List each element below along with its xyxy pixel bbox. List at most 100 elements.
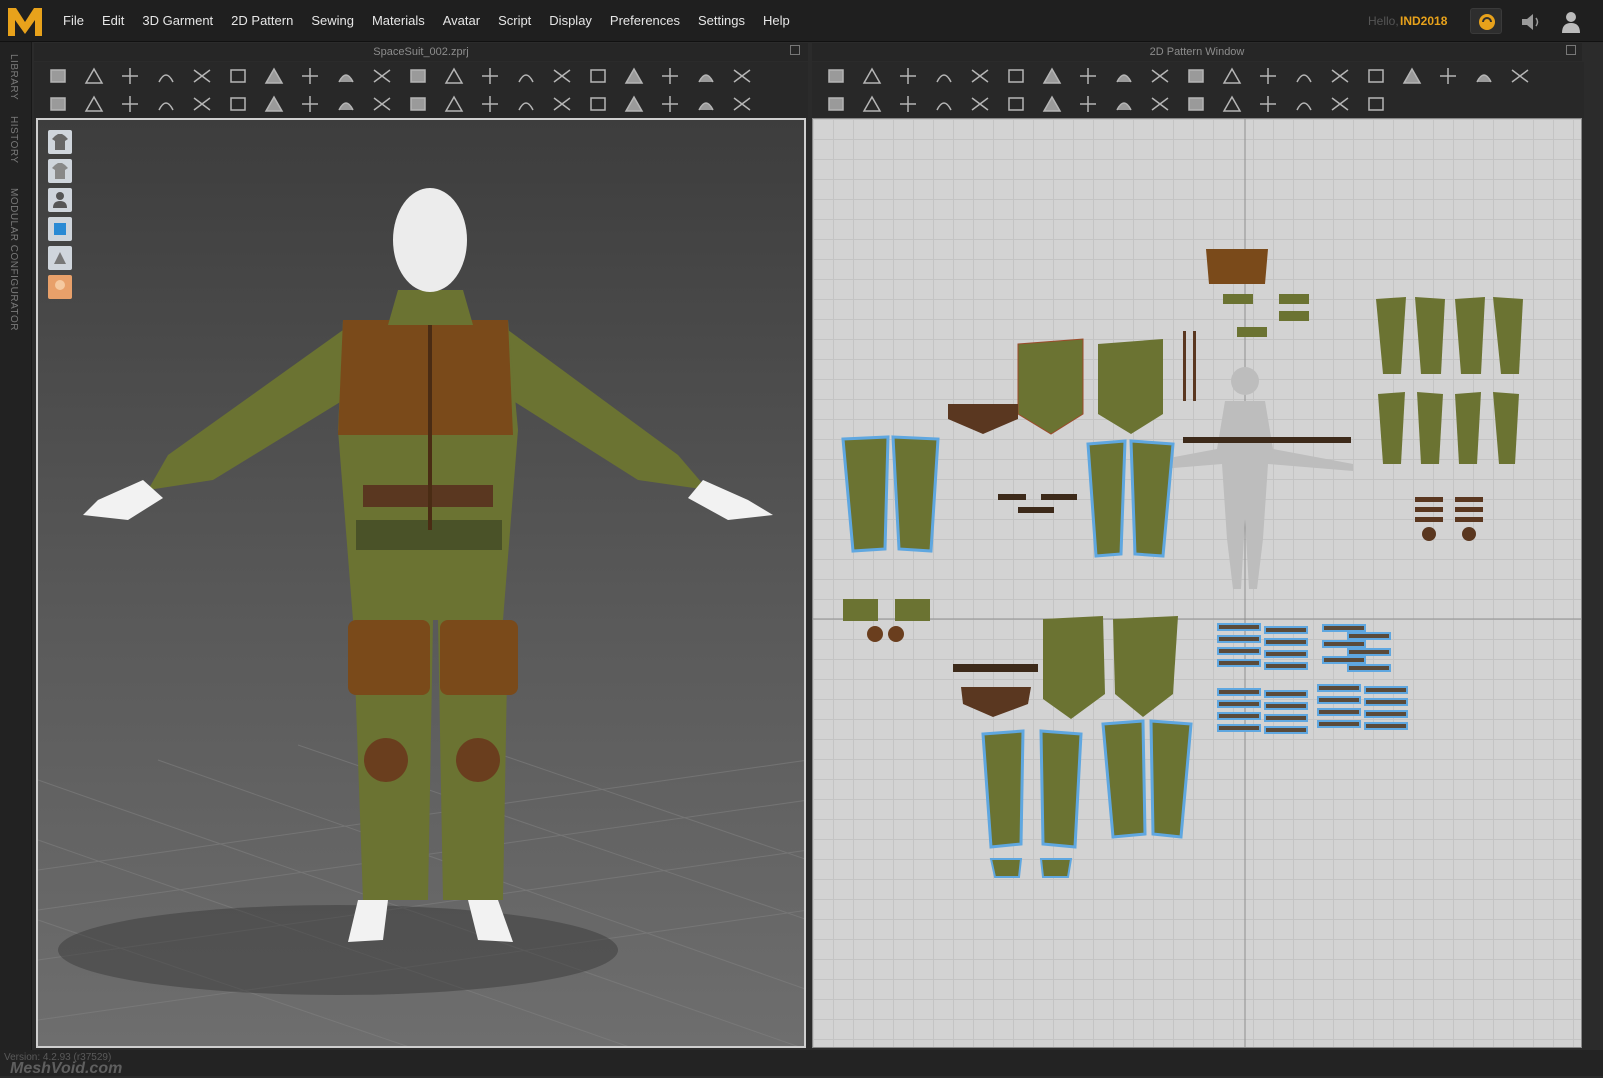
skin-display-button[interactable] [48,275,72,299]
viewport-3d[interactable] [36,118,806,1048]
menu-3d-garment[interactable]: 3D Garment [133,0,222,42]
tool-7-button[interactable] [1038,91,1066,117]
polygon-button[interactable] [1002,63,1030,89]
puckering-button[interactable] [296,63,324,89]
tool-15-button[interactable] [1326,63,1354,89]
tool-16-button[interactable] [584,91,612,117]
tool-8-button[interactable] [1074,91,1102,117]
dart-button[interactable] [1110,63,1138,89]
tool-10-button[interactable] [1146,91,1174,117]
tool-12-button[interactable] [440,63,468,89]
tool-14-button[interactable] [1290,63,1318,89]
symmetry-button[interactable] [1146,63,1174,89]
tool-18-button[interactable] [656,63,684,89]
pattern-display-button[interactable] [48,246,72,270]
free-sewing-button[interactable] [224,63,252,89]
tool-8-button[interactable] [296,91,324,117]
viewport-2d-pattern[interactable] [812,118,1582,1048]
tack-button[interactable] [368,63,396,89]
tool-10-button[interactable] [368,91,396,117]
topstitch-button[interactable] [260,63,288,89]
tool-20-button[interactable] [728,91,756,117]
tool-15-button[interactable] [548,63,576,89]
tool-3-button[interactable] [894,91,922,117]
tool-18-button[interactable] [1434,63,1462,89]
menu-sewing[interactable]: Sewing [302,0,363,42]
edit-pattern-button[interactable] [858,63,886,89]
tool-13-button[interactable] [476,91,504,117]
tool-17-button[interactable] [620,91,648,117]
popout-2d-icon[interactable] [1566,45,1576,55]
tool-1-button[interactable] [44,91,72,117]
tool-9-button[interactable] [332,91,360,117]
tool-20-button[interactable] [728,63,756,89]
tool-16-button[interactable] [1362,91,1390,117]
tool-5-button[interactable] [188,91,216,117]
fabric-display-button[interactable] [48,217,72,241]
tool-17-button[interactable] [620,63,648,89]
tool-11-button[interactable] [404,91,432,117]
transform-pattern-button[interactable] [80,63,108,89]
tool-9-button[interactable] [1110,91,1138,117]
popout-3d-icon[interactable] [790,45,800,55]
menu-avatar[interactable]: Avatar [434,0,489,42]
segment-sewing-button[interactable] [188,63,216,89]
cloud-sync-button[interactable] [1470,8,1502,34]
tool-13-button[interactable] [1254,91,1282,117]
tool-12-button[interactable] [1218,63,1246,89]
menu-materials[interactable]: Materials [363,0,434,42]
menu-help[interactable]: Help [754,0,799,42]
tool-3-button[interactable] [116,91,144,117]
pin-button[interactable] [332,63,360,89]
tool-17-button[interactable] [1398,63,1426,89]
menu-file[interactable]: File [54,0,93,42]
internal-circle-button[interactable] [1074,63,1102,89]
tool-15-button[interactable] [548,91,576,117]
rectangle-button[interactable] [930,63,958,89]
garment-texture-button[interactable] [48,159,72,183]
tool-15-button[interactable] [1326,91,1354,117]
tool-14-button[interactable] [1290,91,1318,117]
tool-6-button[interactable] [1002,91,1030,117]
tab-modular-configurator[interactable]: MODULAR CONFIGURATOR [8,188,19,331]
tool-18-button[interactable] [656,91,684,117]
tool-13-button[interactable] [476,63,504,89]
internal-rectangle-button[interactable] [1038,63,1066,89]
tool-2-button[interactable] [858,91,886,117]
tool-13-button[interactable] [1254,63,1282,89]
menu-preferences[interactable]: Preferences [601,0,689,42]
tool-19-button[interactable] [1470,63,1498,89]
menu-script[interactable]: Script [489,0,540,42]
tool-6-button[interactable] [224,91,252,117]
avatar-display-button[interactable] [48,188,72,212]
user-account-icon[interactable] [1560,10,1582,34]
menu-2d-pattern[interactable]: 2D Pattern [222,0,302,42]
tool-19-button[interactable] [692,91,720,117]
edit-curve-button[interactable] [894,63,922,89]
select-move-button[interactable] [44,63,72,89]
tool-16-button[interactable] [1362,63,1390,89]
menu-settings[interactable]: Settings [689,0,754,42]
fold-arrangement-button[interactable] [152,63,180,89]
tool-4-button[interactable] [152,91,180,117]
speaker-icon[interactable] [1520,12,1542,32]
garment-display-button[interactable] [48,130,72,154]
menu-edit[interactable]: Edit [93,0,133,42]
edit-pattern-button[interactable] [116,63,144,89]
tool-20-button[interactable] [1506,63,1534,89]
tool-19-button[interactable] [692,63,720,89]
tool-4-button[interactable] [930,91,958,117]
tool-11-button[interactable] [1182,63,1210,89]
tool-11-button[interactable] [404,63,432,89]
tool-14-button[interactable] [512,91,540,117]
tool-12-button[interactable] [1218,91,1246,117]
tool-12-button[interactable] [440,91,468,117]
tool-2-button[interactable] [80,91,108,117]
tool-7-button[interactable] [260,91,288,117]
menu-display[interactable]: Display [540,0,601,42]
tab-history[interactable]: HISTORY [8,116,19,164]
tool-11-button[interactable] [1182,91,1210,117]
tool-5-button[interactable] [966,91,994,117]
ellipse-button[interactable] [966,63,994,89]
tool-14-button[interactable] [512,63,540,89]
